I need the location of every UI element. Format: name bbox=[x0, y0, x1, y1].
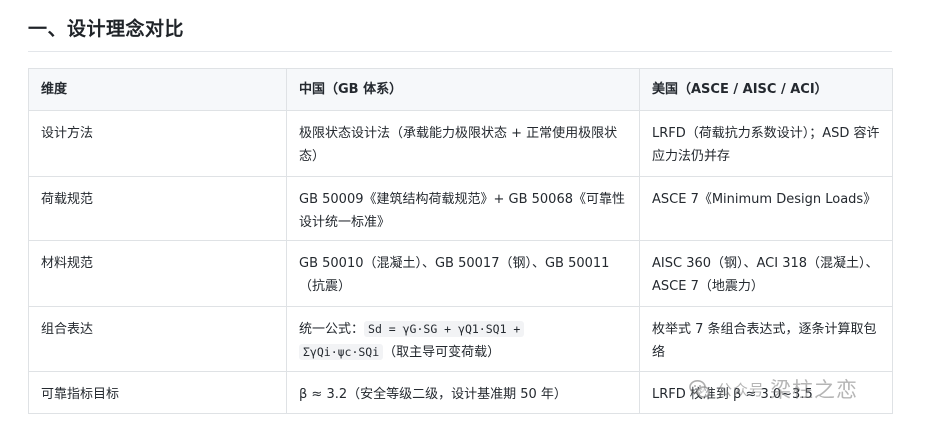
comparison-table: 维度 中国（GB 体系） 美国（ASCE / AISC / ACI） 设计方法 … bbox=[28, 68, 893, 414]
formula-code: ΣγQi·ψc·SQi bbox=[299, 344, 384, 360]
cell-china: 极限状态设计法（承载能力极限状态 + 正常使用极限状态） bbox=[286, 110, 640, 177]
cell-china: β ≈ 3.2（安全等级二级，设计基准期 50 年） bbox=[286, 371, 640, 414]
table-row: 材料规范 GB 50010（混凝土）、GB 50017（钢）、GB 50011（… bbox=[28, 240, 893, 307]
cell-china: GB 50010（混凝土）、GB 50017（钢）、GB 50011（抗震） bbox=[286, 240, 640, 307]
cell-usa: LRFD（荷载抗力系数设计）；ASD 容许应力法仍并存 bbox=[639, 110, 893, 177]
cell-dimension: 荷载规范 bbox=[28, 176, 287, 241]
cell-china: GB 50009《建筑结构荷载规范》+ GB 50068《可靠性设计统一标准》 bbox=[286, 176, 640, 241]
cell-dimension: 可靠指标目标 bbox=[28, 371, 287, 414]
table-row: 可靠指标目标 β ≈ 3.2（安全等级二级，设计基准期 50 年） LRFD 校… bbox=[28, 371, 893, 414]
formula-code: Sd = γG·SG + γQ1·SQ1 + bbox=[364, 321, 525, 337]
cell-china: 统一公式： Sd = γG·SG + γQ1·SQ1 + ΣγQi·ψc·SQi （取… bbox=[286, 306, 640, 372]
header-dimension: 维度 bbox=[28, 68, 287, 111]
cell-usa: ASCE 7《Minimum Design Loads》 bbox=[639, 176, 893, 241]
table-row: 组合表达 统一公式： Sd = γG·SG + γQ1·SQ1 + ΣγQi·ψc·… bbox=[28, 306, 893, 372]
formula-note: （取主导可变荷载） bbox=[383, 345, 501, 360]
section-heading: 一、设计理念对比 bbox=[28, 18, 185, 40]
cell-dimension: 组合表达 bbox=[28, 306, 287, 372]
cell-usa: LRFD 校准到 β ≈ 3.0~3.5 bbox=[639, 371, 893, 414]
cell-dimension: 设计方法 bbox=[28, 110, 287, 177]
cell-usa: AISC 360（钢）、ACI 318（混凝土）、ASCE 7（地震力） bbox=[639, 240, 893, 307]
table-header-row: 维度 中国（GB 体系） 美国（ASCE / AISC / ACI） bbox=[28, 68, 893, 111]
table-row: 设计方法 极限状态设计法（承载能力极限状态 + 正常使用极限状态） LRFD（荷… bbox=[28, 110, 893, 177]
heading-divider bbox=[28, 51, 892, 52]
cell-usa: 枚举式 7 条组合表达式，逐条计算取包络 bbox=[639, 306, 893, 372]
formula-prefix: 统一公式： bbox=[299, 322, 365, 337]
header-usa: 美国（ASCE / AISC / ACI） bbox=[639, 68, 893, 111]
header-china: 中国（GB 体系） bbox=[286, 68, 640, 111]
table-row: 荷载规范 GB 50009《建筑结构荷载规范》+ GB 50068《可靠性设计统… bbox=[28, 176, 893, 241]
cell-dimension: 材料规范 bbox=[28, 240, 287, 307]
